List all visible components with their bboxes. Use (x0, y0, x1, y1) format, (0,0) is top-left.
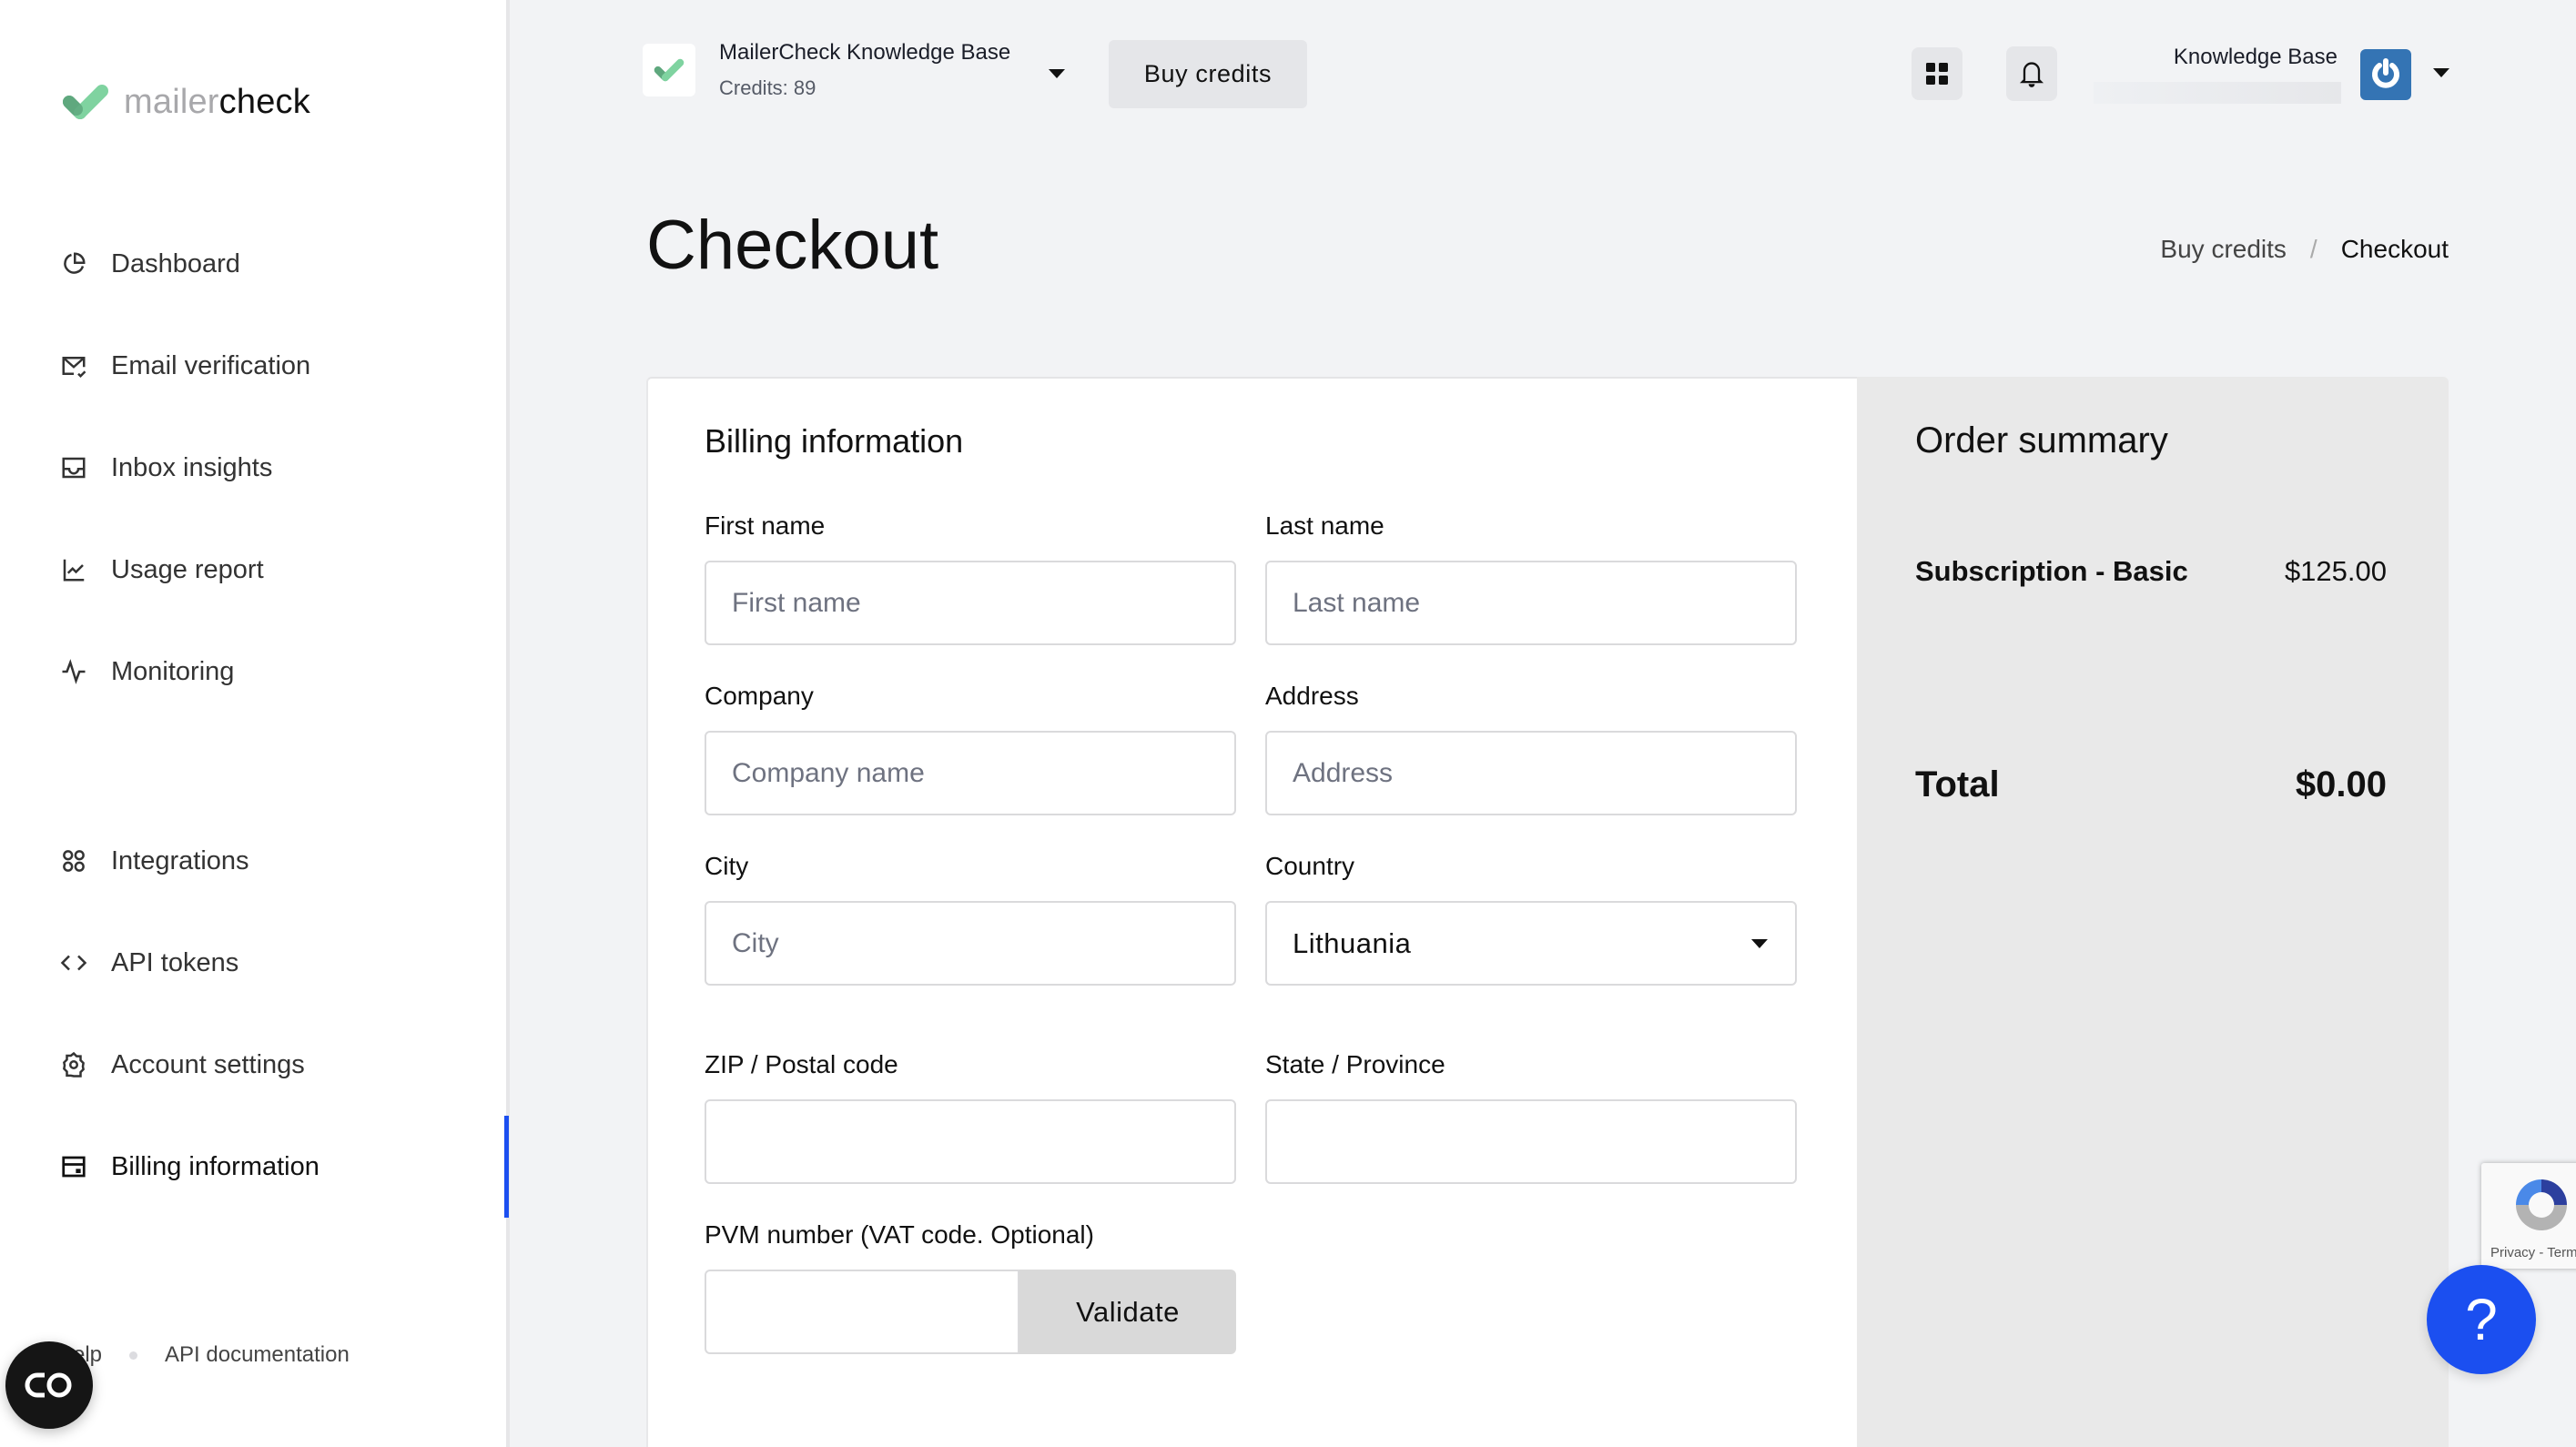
organization-logo (643, 44, 695, 96)
breadcrumb-checkout: Checkout (2340, 235, 2449, 263)
order-line-item: Subscription - Basic $125.00 (1915, 555, 2387, 588)
pie-chart-icon (64, 252, 86, 274)
breadcrumb: Buy credits / Checkout (2160, 235, 2449, 264)
vat-label: PVM number (VAT code. Optional) (705, 1220, 1094, 1249)
user-menu-chevron-icon[interactable] (2433, 68, 2449, 77)
company-input[interactable] (705, 731, 1236, 815)
logo-check-icon (63, 85, 108, 119)
credit-card-icon (62, 1156, 86, 1178)
chevron-down-icon[interactable] (1049, 69, 1065, 78)
api-documentation-link[interactable]: API documentation (165, 1342, 350, 1368)
billing-information-title: Billing information (705, 422, 964, 460)
separator-dot (129, 1351, 138, 1360)
order-summary-card: Order summary Subscription - Basic $125.… (1857, 377, 2449, 1447)
sidebar-item-label: Usage report (111, 554, 264, 584)
sidebar-item-billing-information[interactable]: Billing information (60, 1139, 497, 1194)
grid-icon (1926, 63, 1948, 85)
sidebar-item-label: Integrations (111, 845, 249, 875)
sidebar-item-label: Monitoring (111, 656, 235, 686)
last-name-input[interactable] (1265, 561, 1797, 645)
sidebar-item-label: Account settings (111, 1049, 305, 1079)
logo-wordmark: mailercheck (124, 83, 310, 122)
recaptcha-privacy-terms[interactable]: Privacy - Terms (2490, 1245, 2576, 1260)
code-icon (60, 955, 87, 971)
country-select[interactable]: Lithuania (1265, 901, 1797, 986)
power-icon (2372, 58, 2399, 88)
question-mark-icon: ? (2465, 1287, 2498, 1352)
breadcrumb-buy-credits[interactable]: Buy credits (2160, 235, 2287, 264)
user-avatar[interactable] (2360, 49, 2411, 100)
credits-count: Credits: 89 (719, 76, 816, 99)
city-input[interactable] (705, 901, 1236, 986)
buy-credits-button[interactable]: Buy credits (1109, 40, 1307, 108)
line-item-name: Subscription - Basic (1915, 555, 2188, 587)
chevron-down-icon (1751, 938, 1768, 948)
zip-label: ZIP / Postal code (705, 1050, 898, 1078)
vat-input[interactable] (705, 1270, 1019, 1354)
mail-check-icon (62, 357, 86, 379)
organization-name: MailerCheck Knowledge Base (719, 40, 1011, 65)
state-label: State / Province (1265, 1050, 1445, 1078)
logo-text-light: mailer (124, 82, 219, 121)
apps-menu-button[interactable] (1912, 47, 1962, 100)
chat-widget-icon (25, 1372, 72, 1398)
sidebar-item-monitoring[interactable]: Monitoring (60, 644, 497, 699)
recaptcha-icon (2516, 1179, 2567, 1230)
user-name: Knowledge Base (2173, 45, 2338, 69)
sidebar-item-integrations[interactable]: Integrations (60, 834, 497, 888)
logo[interactable]: mailercheck (60, 82, 310, 122)
logo-check-icon (654, 58, 685, 82)
sidebar-item-label: Billing information (111, 1151, 319, 1181)
notifications-button[interactable] (2006, 46, 2057, 101)
total-label: Total (1915, 764, 2000, 804)
sidebar-item-label: Inbox insights (111, 452, 273, 482)
sidebar-item-label: API tokens (111, 947, 239, 977)
line-chart-icon (63, 559, 85, 582)
zip-input[interactable] (705, 1099, 1236, 1184)
sidebar-footer: elp API documentation (73, 1342, 350, 1368)
first-name-input[interactable] (705, 561, 1236, 645)
order-total-row: Total $0.00 (1915, 764, 2387, 805)
company-label: Company (705, 682, 814, 710)
sidebar-item-api-tokens[interactable]: API tokens (60, 936, 497, 990)
logo-text-dark: check (218, 82, 310, 121)
sidebar-item-inbox-insights[interactable]: Inbox insights (60, 440, 497, 495)
inbox-icon (62, 457, 86, 479)
order-summary-title: Order summary (1915, 420, 2168, 460)
sidebar-item-email-verification[interactable]: Email verification (60, 339, 497, 393)
address-input[interactable] (1265, 731, 1797, 815)
country-selected-value: Lithuania (1293, 926, 1412, 959)
bell-icon (2019, 62, 2044, 87)
sidebar-item-label: Dashboard (111, 248, 240, 278)
chat-widget-button[interactable] (5, 1341, 93, 1429)
line-item-price: $125.00 (2284, 555, 2387, 587)
page-title: Checkout (646, 207, 939, 284)
help-button[interactable]: ? (2427, 1265, 2536, 1374)
city-label: City (705, 852, 749, 880)
sidebar: mailercheck Dashboard Email verification… (0, 0, 510, 1447)
sidebar-item-label: Email verification (111, 350, 311, 380)
breadcrumb-separator: / (2309, 235, 2317, 263)
organization-switcher[interactable]: MailerCheck Knowledge Base Credits: 89 (643, 40, 1010, 100)
pulse-icon (62, 659, 86, 684)
sidebar-item-usage-report[interactable]: Usage report (60, 542, 497, 597)
total-value: $0.00 (2295, 764, 2387, 804)
address-label: Address (1265, 682, 1359, 710)
country-label: Country (1265, 852, 1355, 880)
active-indicator (504, 1116, 509, 1218)
gear-icon (63, 1051, 85, 1078)
first-name-label: First name (705, 511, 826, 540)
billing-information-card: Billing information First name Last name… (646, 377, 1857, 1447)
recaptcha-badge[interactable]: Privacy - Terms (2481, 1163, 2576, 1269)
sidebar-item-dashboard[interactable]: Dashboard (60, 237, 497, 291)
command-icon (63, 850, 85, 872)
state-input[interactable] (1265, 1099, 1797, 1184)
validate-button[interactable]: Validate (1019, 1270, 1236, 1354)
sidebar-item-account-settings[interactable]: Account settings (60, 1037, 497, 1092)
user-email-placeholder (2094, 82, 2341, 104)
last-name-label: Last name (1265, 511, 1384, 540)
